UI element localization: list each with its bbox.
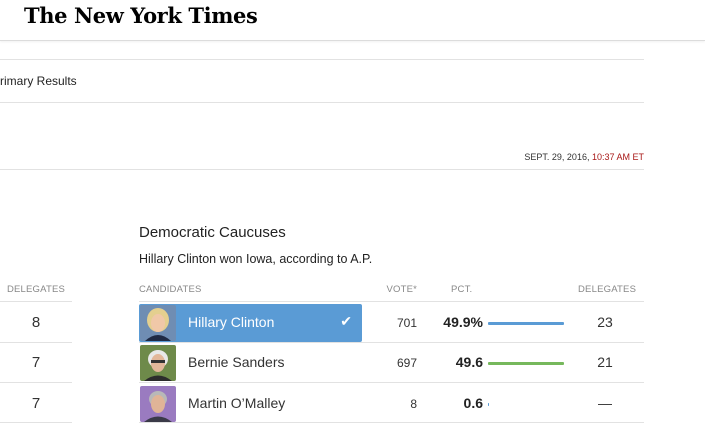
breadcrumb[interactable]: rimary Results (0, 74, 77, 88)
pct-bar (488, 322, 564, 325)
divider (0, 169, 644, 170)
divider (139, 382, 644, 383)
candidate-name: Hillary Clinton (188, 314, 275, 330)
candidate-delegates: 23 (597, 314, 613, 330)
divider (0, 301, 72, 302)
timestamp-date: SEPT. 29, 2016, (524, 152, 590, 162)
candidate-delegates: — (598, 395, 612, 411)
timestamp: SEPT. 29, 2016, 10:37 AM ET (524, 152, 644, 162)
divider (139, 422, 644, 423)
candidate-pct: 49.6 (455, 354, 483, 370)
candidate-photo (140, 305, 176, 341)
candidates-column-header: CANDIDATES (139, 284, 202, 295)
divider (139, 301, 644, 302)
candidate-pct: 0.6 (463, 395, 483, 411)
left-delegates-cell: 7 (31, 395, 41, 412)
candidate-row: Bernie Sanders 697 49.6 21 (139, 343, 644, 383)
left-delegates-cell: 7 (31, 354, 41, 371)
race-title: Democratic Caucuses (139, 224, 286, 241)
votes-column-header: VOTE* (386, 284, 417, 295)
checkmark-icon: ✔ (340, 313, 352, 329)
candidate-cell[interactable]: Bernie Sanders (139, 344, 362, 382)
candidate-cell[interactable]: Martin O’Malley (139, 385, 362, 423)
divider (0, 382, 72, 383)
pct-column-header: PCT. (451, 284, 473, 295)
divider (0, 102, 644, 103)
candidate-name: Bernie Sanders (188, 354, 285, 370)
candidate-row: Hillary Clinton ✔ 701 49.9% 23 (139, 303, 644, 343)
candidate-votes: 8 (410, 397, 417, 411)
pct-bar (488, 403, 489, 406)
candidate-row: Martin O’Malley 8 0.6 — (139, 384, 644, 424)
candidate-delegates: 21 (597, 354, 613, 370)
candidate-name: Martin O’Malley (188, 395, 286, 411)
left-delegates-cell: 8 (31, 314, 41, 331)
nyt-logo[interactable]: The New York Times (24, 3, 258, 28)
candidate-votes: 697 (396, 356, 417, 370)
left-delegates-header: DELEGATES (6, 284, 66, 295)
candidate-photo (140, 345, 176, 381)
pct-bar-track (488, 362, 564, 365)
pct-bar (488, 362, 564, 365)
divider (0, 422, 72, 423)
candidate-cell-winner[interactable]: Hillary Clinton ✔ (139, 304, 362, 342)
pct-bar-track (488, 322, 564, 325)
pct-bar-track (488, 403, 564, 406)
timestamp-time: 10:37 AM ET (591, 152, 644, 162)
candidate-votes: 701 (396, 316, 417, 330)
site-header: The New York Times (0, 0, 705, 41)
race-subtitle: Hillary Clinton won Iowa, according to A… (139, 252, 373, 266)
divider (0, 59, 644, 60)
candidate-photo (140, 386, 176, 422)
candidate-pct: 49.9% (443, 314, 483, 330)
delegates-column-header: DELEGATES (578, 284, 637, 295)
